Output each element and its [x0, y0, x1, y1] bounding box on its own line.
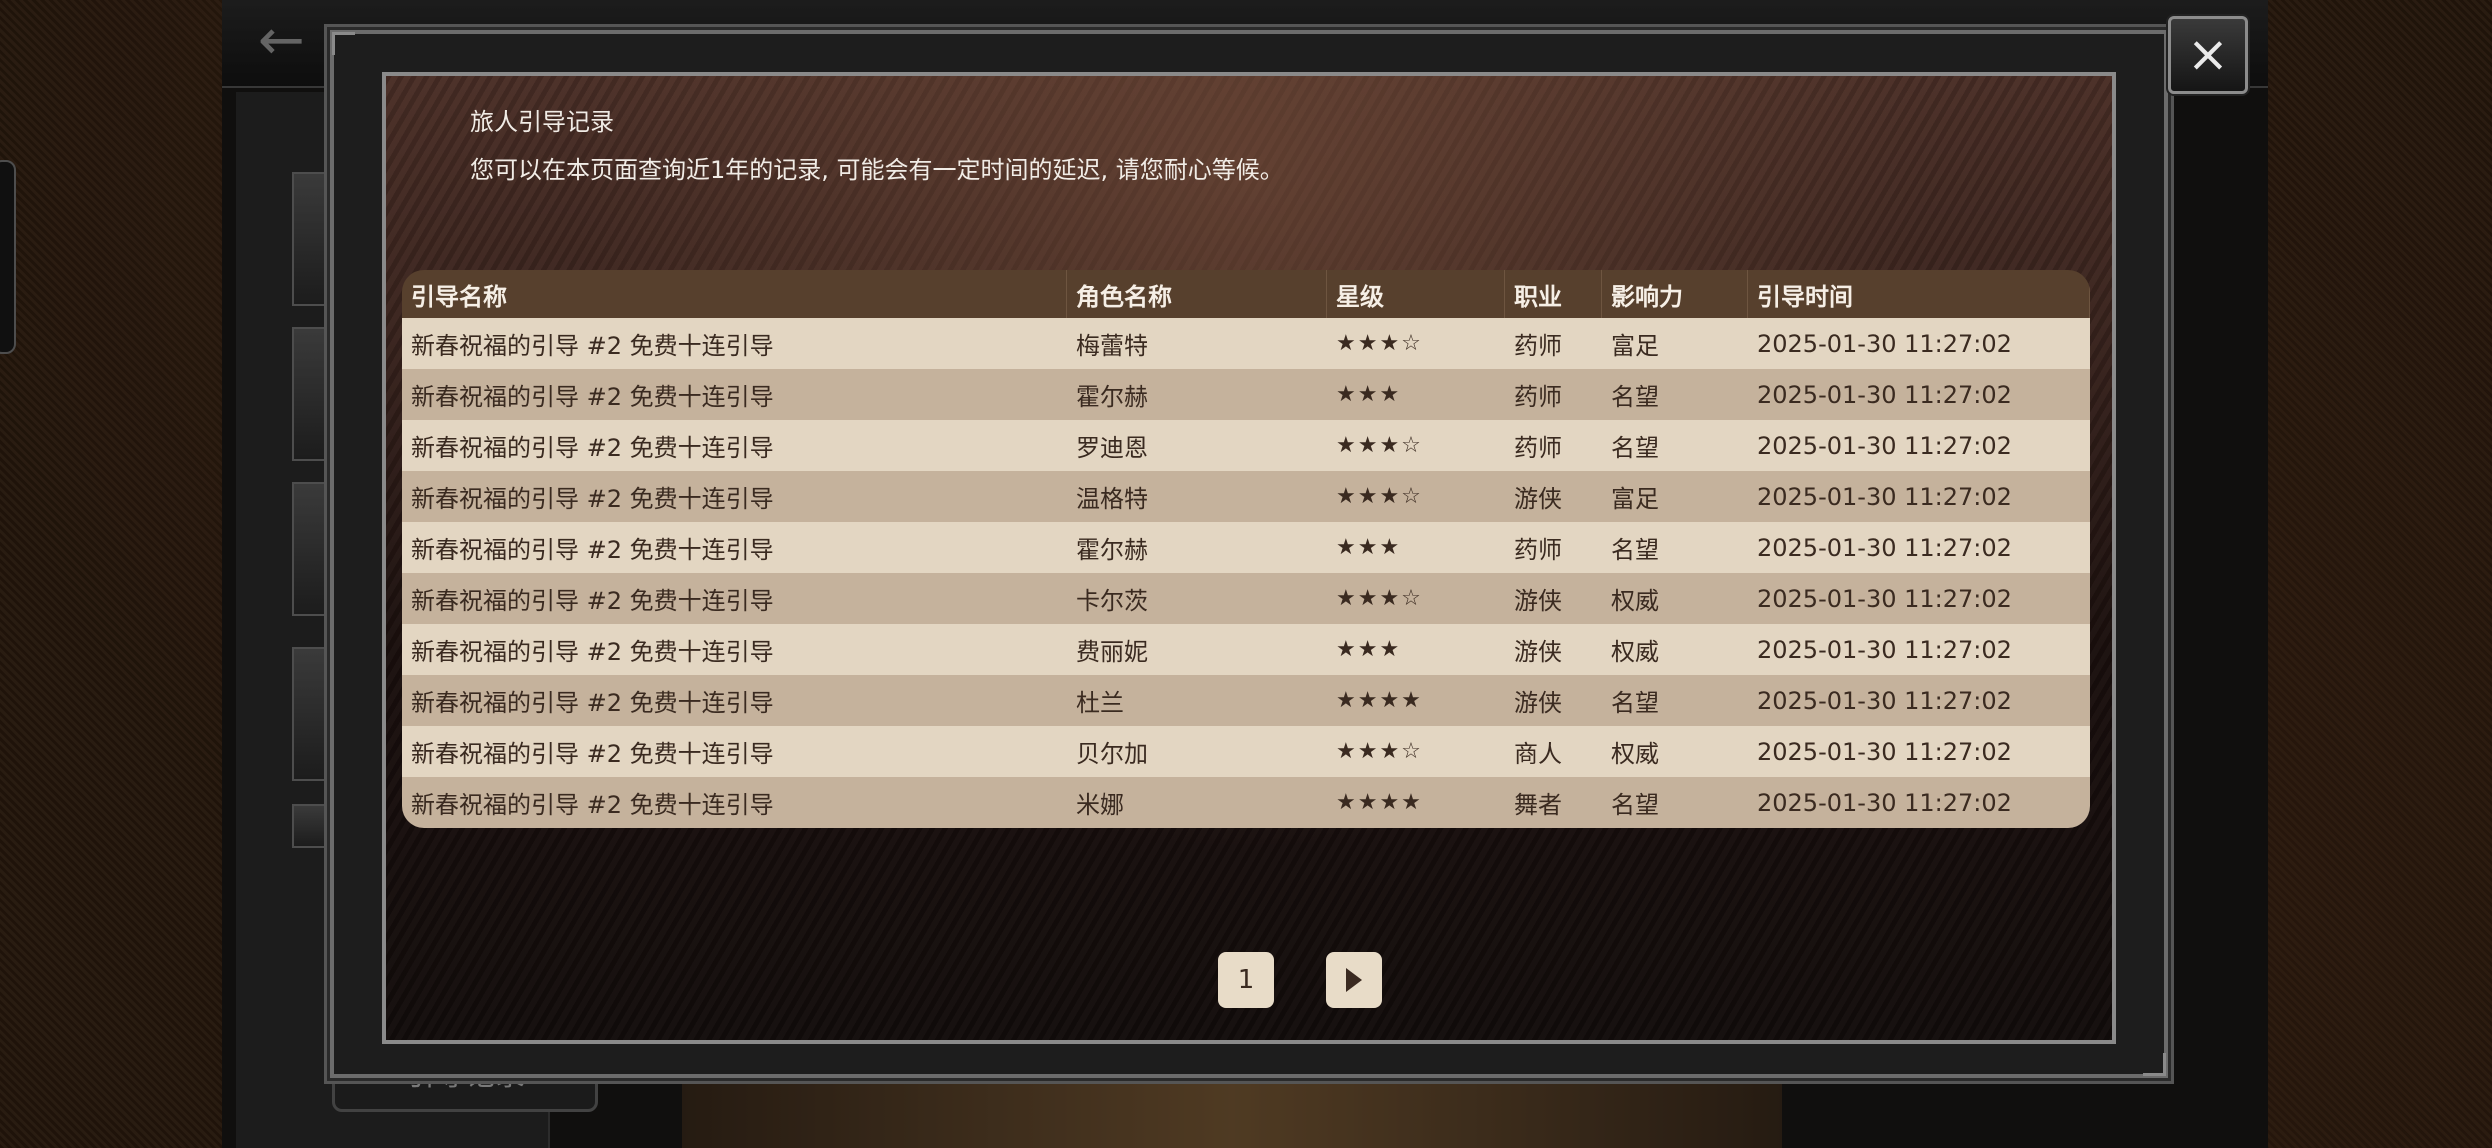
- table-row: 新春祝福的引导 #2 免费十连引导 米娜 ★★★★ 舞者 名望 2025-01-…: [402, 777, 2090, 828]
- influence: 富足: [1611, 485, 1659, 513]
- star-rating: ★★★☆: [1336, 484, 1423, 509]
- guide-name: 新春祝福的引导 #2 免费十连引导: [411, 689, 774, 717]
- job: 药师: [1514, 434, 1562, 462]
- character-name: 卡尔茨: [1076, 587, 1148, 615]
- header-time: 引导时间: [1748, 270, 2090, 318]
- character-name: 费丽妮: [1076, 638, 1148, 666]
- character-name: 罗迪恩: [1076, 434, 1148, 462]
- guide-name: 新春祝福的引导 #2 免费十连引导: [411, 434, 774, 462]
- job: 药师: [1514, 332, 1562, 360]
- influence: 名望: [1611, 689, 1659, 717]
- header-stars: 星级: [1327, 270, 1505, 318]
- character-name: 霍尔赫: [1076, 536, 1148, 564]
- table-row: 新春祝福的引导 #2 免费十连引导 卡尔茨 ★★★☆ 游侠 权威 2025-01…: [402, 573, 2090, 624]
- guide-name: 新春祝福的引导 #2 免费十连引导: [411, 383, 774, 411]
- star-rating: ★★★☆: [1336, 739, 1423, 764]
- influence: 权威: [1611, 587, 1659, 615]
- character-name: 温格特: [1076, 485, 1148, 513]
- page-number-button[interactable]: 1: [1218, 952, 1274, 1008]
- job: 游侠: [1514, 587, 1562, 615]
- close-button[interactable]: ×: [2168, 16, 2248, 94]
- job: 药师: [1514, 383, 1562, 411]
- header-influence: 影响力: [1602, 270, 1748, 318]
- table-row: 新春祝福的引导 #2 免费十连引导 霍尔赫 ★★★ 药师 名望 2025-01-…: [402, 522, 2090, 573]
- table-header: 引导名称 角色名称 星级 职业 影响力 引导时间: [402, 270, 2090, 318]
- character-name: 贝尔加: [1076, 740, 1148, 768]
- job: 舞者: [1514, 791, 1562, 819]
- character-name: 杜兰: [1076, 689, 1124, 717]
- header-job: 职业: [1505, 270, 1602, 318]
- star-rating: ★★★: [1336, 382, 1402, 407]
- influence: 名望: [1611, 536, 1659, 564]
- guide-time: 2025-01-30 11:27:02: [1757, 533, 2012, 562]
- star-rating: ★★★☆: [1336, 331, 1423, 356]
- job: 游侠: [1514, 485, 1562, 513]
- star-rating: ★★★: [1336, 637, 1402, 662]
- table-row: 新春祝福的引导 #2 免费十连引导 梅蕾特 ★★★☆ 药师 富足 2025-01…: [402, 318, 2090, 369]
- guide-time: 2025-01-30 11:27:02: [1757, 380, 2012, 409]
- guide-time: 2025-01-30 11:27:02: [1757, 584, 2012, 613]
- character-name: 霍尔赫: [1076, 383, 1148, 411]
- influence: 名望: [1611, 791, 1659, 819]
- star-rating: ★★★: [1336, 535, 1402, 560]
- job: 游侠: [1514, 638, 1562, 666]
- table-row: 新春祝福的引导 #2 免费十连引导 霍尔赫 ★★★ 药师 名望 2025-01-…: [402, 369, 2090, 420]
- next-page-button[interactable]: [1326, 952, 1382, 1008]
- guide-name: 新春祝福的引导 #2 免费十连引导: [411, 332, 774, 360]
- guide-name: 新春祝福的引导 #2 免费十连引导: [411, 740, 774, 768]
- guide-time: 2025-01-30 11:27:02: [1757, 482, 2012, 511]
- guide-time: 2025-01-30 11:27:02: [1757, 686, 2012, 715]
- guide-time: 2025-01-30 11:27:02: [1757, 737, 2012, 766]
- guide-name: 新春祝福的引导 #2 免费十连引导: [411, 587, 774, 615]
- table-row: 新春祝福的引导 #2 免费十连引导 杜兰 ★★★★ 游侠 名望 2025-01-…: [402, 675, 2090, 726]
- influence: 名望: [1611, 383, 1659, 411]
- modal-title: 旅人引导记录: [470, 108, 614, 136]
- influence: 富足: [1611, 332, 1659, 360]
- table-row: 新春祝福的引导 #2 免费十连引导 温格特 ★★★☆ 游侠 富足 2025-01…: [402, 471, 2090, 522]
- header-guide-name: 引导名称: [402, 270, 1067, 318]
- star-rating: ★★★★: [1336, 790, 1423, 815]
- character-name: 米娜: [1076, 791, 1124, 819]
- influence: 权威: [1611, 740, 1659, 768]
- guide-name: 新春祝福的引导 #2 免费十连引导: [411, 536, 774, 564]
- guide-name: 新春祝福的引导 #2 免费十连引导: [411, 638, 774, 666]
- records-table: 引导名称 角色名称 星级 职业 影响力 引导时间 新春祝福的引导 #2 免费十连…: [402, 270, 2090, 828]
- modal-subtitle: 您可以在本页面查询近1年的记录, 可能会有一定时间的延迟, 请您耐心等候。: [470, 156, 1284, 184]
- table-row: 新春祝福的引导 #2 免费十连引导 费丽妮 ★★★ 游侠 权威 2025-01-…: [402, 624, 2090, 675]
- frame-corner: [2143, 1053, 2166, 1076]
- star-rating: ★★★☆: [1336, 586, 1423, 611]
- guide-time: 2025-01-30 11:27:02: [1757, 788, 2012, 817]
- table-row: 新春祝福的引导 #2 免费十连引导 贝尔加 ★★★☆ 商人 权威 2025-01…: [402, 726, 2090, 777]
- job: 游侠: [1514, 689, 1562, 717]
- guide-time: 2025-01-30 11:27:02: [1757, 635, 2012, 664]
- close-icon: ×: [2187, 25, 2229, 83]
- guide-time: 2025-01-30 11:27:02: [1757, 431, 2012, 460]
- star-rating: ★★★★: [1336, 688, 1423, 713]
- influence: 权威: [1611, 638, 1659, 666]
- guide-name: 新春祝福的引导 #2 免费十连引导: [411, 485, 774, 513]
- table-row: 新春祝福的引导 #2 免费十连引导 罗迪恩 ★★★☆ 药师 名望 2025-01…: [402, 420, 2090, 471]
- job: 商人: [1514, 740, 1562, 768]
- header-character-name: 角色名称: [1067, 270, 1327, 318]
- frame-corner: [332, 32, 355, 55]
- play-right-icon: [1346, 968, 1362, 992]
- guide-time: 2025-01-30 11:27:02: [1757, 329, 2012, 358]
- job: 药师: [1514, 536, 1562, 564]
- influence: 名望: [1611, 434, 1659, 462]
- character-name: 梅蕾特: [1076, 332, 1148, 360]
- star-rating: ★★★☆: [1336, 433, 1423, 458]
- guide-name: 新春祝福的引导 #2 免费十连引导: [411, 791, 774, 819]
